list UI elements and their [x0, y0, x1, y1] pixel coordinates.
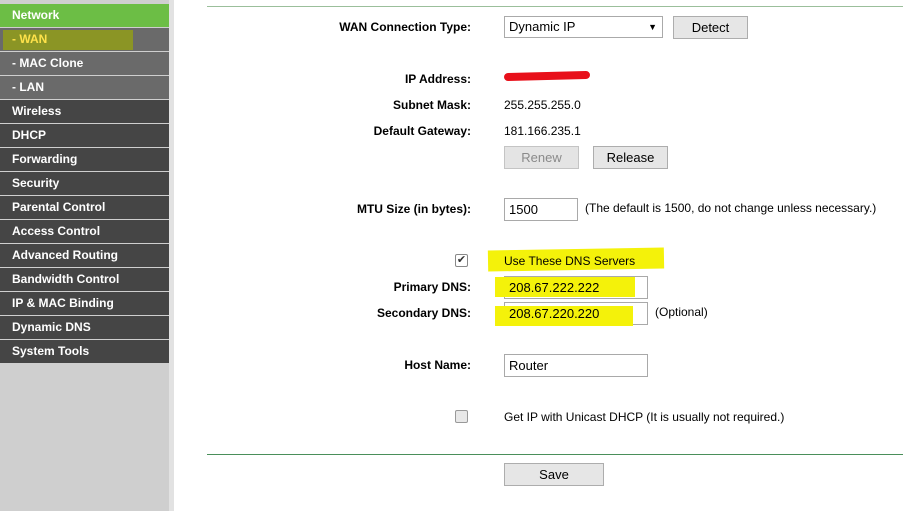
unicast-dhcp-label: Get IP with Unicast DHCP (It is usually … [504, 410, 785, 424]
mtu-size-hint: (The default is 1500, do not change unle… [585, 201, 877, 215]
mtu-size-label: MTU Size (in bytes): [356, 202, 471, 216]
secondary-dns-input[interactable]: 208.67.220.220 [495, 302, 648, 326]
bottom-divider [207, 454, 903, 455]
sidebar-item-dynamic-dns[interactable]: Dynamic DNS [0, 316, 169, 339]
save-button[interactable]: Save [504, 463, 604, 486]
secondary-dns-optional-note: (Optional) [655, 305, 708, 319]
release-button[interactable]: Release [593, 146, 668, 169]
sidebar-item-access-control[interactable]: Access Control [0, 220, 169, 243]
sidebar-item-wan[interactable]: - WAN [0, 28, 169, 51]
primary-dns-input[interactable]: 208.67.222.222 [495, 276, 648, 299]
default-gateway-value: 181.166.235.1 [504, 124, 581, 138]
secondary-dns-label: Secondary DNS: [376, 306, 471, 320]
wan-settings-panel: WAN Connection Type: Dynamic IP ▼ Detect… [175, 0, 903, 511]
wan-connection-type-label: WAN Connection Type: [339, 20, 471, 34]
sidebar-menu: Network - WAN - MAC Clone - LAN Wireless… [0, 0, 174, 511]
sidebar-item-mac-clone[interactable]: - MAC Clone [0, 52, 169, 75]
sidebar-item-dhcp[interactable]: DHCP [0, 124, 169, 147]
ip-address-label: IP Address: [404, 72, 471, 86]
use-dns-checkbox[interactable]: ✔ [455, 254, 468, 267]
ip-address-redaction [503, 70, 591, 82]
sidebar-item-forwarding[interactable]: Forwarding [0, 148, 169, 171]
host-name-label: Host Name: [404, 358, 471, 372]
sidebar-item-ip-mac-binding[interactable]: IP & MAC Binding [0, 292, 169, 315]
subnet-mask-label: Subnet Mask: [392, 98, 471, 112]
use-dns-label: Use These DNS Servers [504, 254, 636, 268]
subnet-mask-value: 255.255.255.0 [504, 98, 581, 112]
top-divider [207, 6, 903, 7]
dropdown-arrow-icon: ▼ [648, 22, 657, 32]
sidebar-item-network[interactable]: Network [0, 4, 169, 27]
host-name-input[interactable]: Router [504, 354, 648, 377]
sidebar-item-security[interactable]: Security [0, 172, 169, 195]
sidebar-item-advanced-routing[interactable]: Advanced Routing [0, 244, 169, 267]
mtu-size-input[interactable]: 1500 [504, 198, 578, 221]
detect-button[interactable]: Detect [673, 16, 748, 39]
sidebar-item-wireless[interactable]: Wireless [0, 100, 169, 123]
sidebar-item-bandwidth-control[interactable]: Bandwidth Control [0, 268, 169, 291]
sidebar-item-system-tools[interactable]: System Tools [0, 340, 169, 363]
sidebar-item-parental-control[interactable]: Parental Control [0, 196, 169, 219]
unicast-dhcp-checkbox[interactable] [455, 410, 468, 423]
default-gateway-label: Default Gateway: [373, 124, 471, 138]
wan-connection-type-select[interactable]: Dynamic IP ▼ [504, 16, 663, 38]
sidebar-item-lan[interactable]: - LAN [0, 76, 169, 99]
renew-button[interactable]: Renew [504, 146, 579, 169]
sidebar-edge [169, 0, 174, 511]
primary-dns-label: Primary DNS: [393, 280, 471, 294]
